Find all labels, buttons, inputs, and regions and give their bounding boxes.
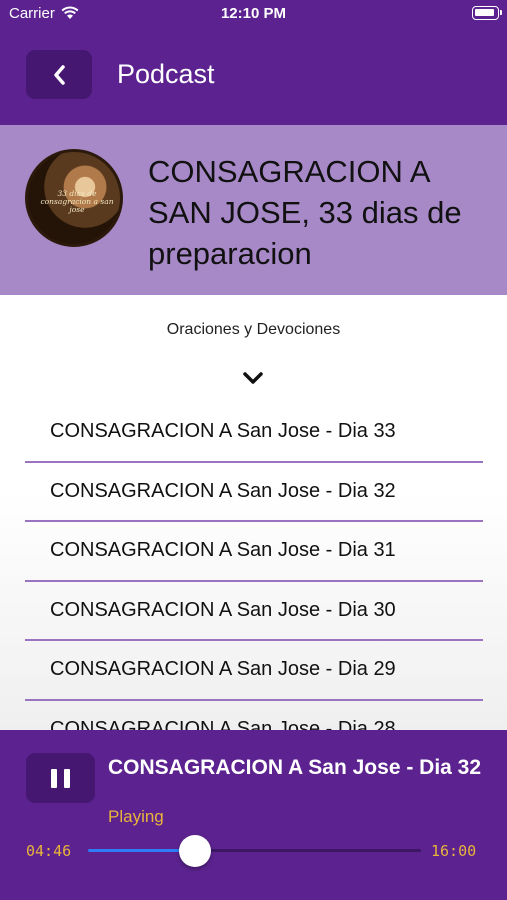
status-time: 12:10 PM [220,5,287,22]
episode-item[interactable]: CONSAGRACION A San Jose - Dia 33 [25,403,483,463]
cover-text: 33 dias de consagracion a san jose [40,189,114,214]
episode-list-area: Oraciones y Devociones CONSAGRACION A Sa… [0,295,507,730]
episode-list: CONSAGRACION A San Jose - Dia 33 CONSAGR… [25,403,483,730]
now-playing-bar: CONSAGRACION A San Jose - Dia 32 Playing… [0,730,507,900]
pause-button[interactable] [26,753,95,803]
episode-item[interactable]: CONSAGRACION A San Jose - Dia 30 [25,582,483,641]
podcast-cover-image: 33 dias de consagracion a san jose [25,149,123,247]
pause-icon [51,769,57,788]
episode-item[interactable]: CONSAGRACION A San Jose - Dia 28 [25,701,483,730]
episode-item[interactable]: CONSAGRACION A San Jose - Dia 31 [25,522,483,582]
status-bar: Carrier 12:10 PM [0,0,507,26]
battery-icon [472,6,502,20]
episode-item[interactable]: CONSAGRACION A San Jose - Dia 29 [25,641,483,701]
progress-slider[interactable] [88,835,421,867]
podcast-title: CONSAGRACION A SAN JOSE, 33 dias de prep… [148,154,462,271]
episode-item[interactable]: CONSAGRACION A San Jose - Dia 32 [25,463,483,522]
slider-thumb[interactable] [178,835,211,867]
total-time: 16:00 [431,842,477,860]
chevron-left-icon [54,64,65,85]
chevron-down-icon[interactable] [242,371,264,385]
back-button[interactable] [26,50,92,99]
podcast-header: 33 dias de consagracion a san jose CONSA… [0,125,507,295]
category-label: Oraciones y Devociones [166,321,341,338]
playback-status: Playing [108,807,164,826]
current-time: 04:46 [26,842,72,860]
pause-icon [64,769,70,788]
nav-title: Podcast [117,59,215,89]
now-playing-title: CONSAGRACION A San Jose - Dia 32 [108,756,482,779]
